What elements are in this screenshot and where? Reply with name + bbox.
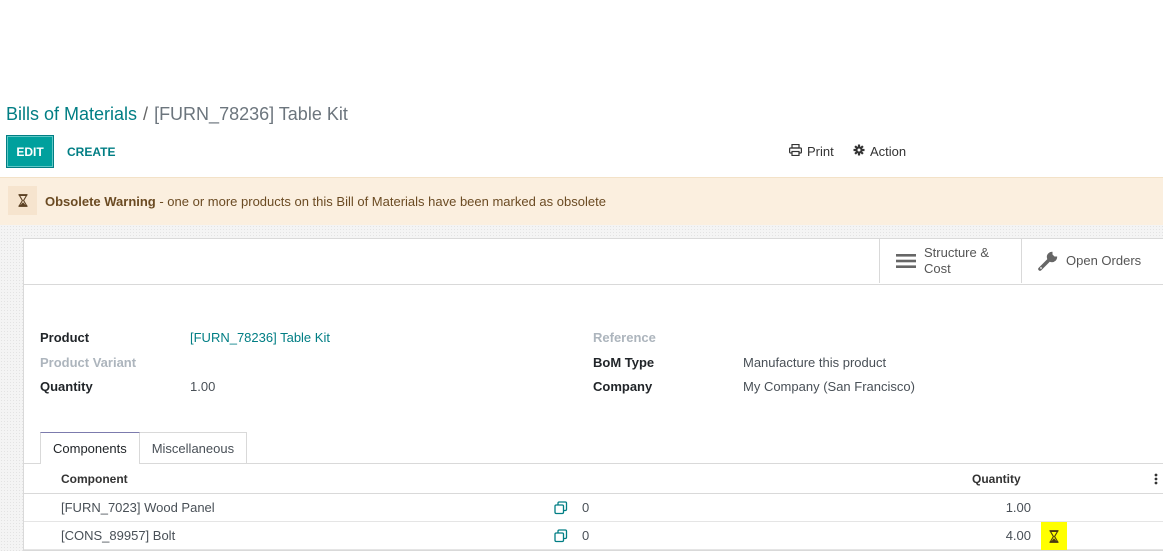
bom-type-label: BoM Type	[593, 355, 655, 370]
print-button[interactable]: Print	[789, 143, 834, 159]
product-label: Product	[40, 330, 90, 345]
component-quantity: 4.00	[1005, 528, 1031, 543]
edit-button[interactable]: EDIT	[6, 135, 54, 168]
tab-miscellaneous[interactable]: Miscellaneous	[139, 432, 248, 463]
structure-cost-label: Structure & Cost	[924, 245, 989, 277]
tab-components[interactable]: Components	[40, 432, 140, 464]
printer-icon	[789, 143, 803, 159]
component-count: 0	[582, 528, 590, 543]
alert-body: - one or more products on this Bill of M…	[155, 194, 606, 209]
product-variant-label: Product Variant	[40, 355, 137, 370]
breadcrumb-parent-link[interactable]: Bills of Materials	[6, 104, 137, 124]
action-label: Action	[870, 144, 907, 159]
hourglass-icon	[8, 186, 37, 215]
action-button[interactable]: Action	[853, 144, 906, 159]
product-link[interactable]: [FURN_78236] Table Kit	[190, 330, 330, 345]
breadcrumb: Bills of Materials / [FURN_78236] Table Ki…	[6, 104, 348, 125]
print-label: Print	[807, 144, 834, 159]
create-button[interactable]: CREATE	[67, 135, 115, 168]
structure-cost-label-line1: Structure &	[924, 245, 990, 260]
breadcrumb-current: [FURN_78236] Table Kit	[154, 104, 348, 124]
column-header-component[interactable]: Component	[61, 472, 128, 486]
quantity-label: Quantity	[40, 379, 93, 394]
alert-message: Obsolete Warning - one or more products …	[45, 194, 606, 209]
form-sheet: Structure & Cost Open Orders Product [FU…	[23, 238, 1163, 551]
structure-cost-button[interactable]: Structure & Cost	[879, 239, 1022, 283]
component-count: 0	[582, 500, 590, 515]
smart-button-box: Structure & Cost Open Orders	[24, 239, 1163, 285]
open-orders-label: Open Orders	[1066, 253, 1142, 268]
bars-icon	[888, 253, 924, 269]
quantity-value: 1.00	[190, 379, 216, 394]
copy-icon[interactable]	[554, 501, 568, 518]
component-name: [FURN_7023] Wood Panel	[61, 500, 215, 515]
alert-title: Obsolete Warning	[45, 194, 156, 209]
component-quantity: 1.00	[1005, 500, 1031, 515]
open-orders-button[interactable]: Open Orders	[1021, 239, 1163, 283]
bom-type-value: Manufacture this product	[743, 355, 887, 370]
company-value: My Company (San Francisco)	[743, 379, 915, 394]
components-table-header: Component Quantity	[24, 464, 1163, 494]
column-header-quantity[interactable]: Quantity	[972, 472, 1021, 486]
copy-icon[interactable]	[554, 529, 568, 546]
wrench-icon	[1030, 250, 1066, 272]
reference-label: Reference	[593, 330, 656, 345]
column-options-icon[interactable]	[1154, 473, 1158, 488]
breadcrumb-separator: /	[143, 104, 149, 124]
structure-cost-label-line2: Cost	[924, 261, 951, 276]
obsolete-warning-alert: Obsolete Warning - one or more products …	[0, 177, 1163, 225]
component-name: [CONS_89957] Bolt	[61, 528, 176, 543]
obsolete-hourglass-icon	[1041, 522, 1067, 550]
notebook-tabs: Components Miscellaneous	[40, 432, 248, 464]
table-row[interactable]: [CONS_89957] Bolt 0 4.00	[24, 522, 1163, 550]
table-row[interactable]: [FURN_7023] Wood Panel 0 1.00	[24, 494, 1163, 522]
gear-icon	[853, 144, 865, 159]
company-label: Company	[593, 379, 653, 394]
